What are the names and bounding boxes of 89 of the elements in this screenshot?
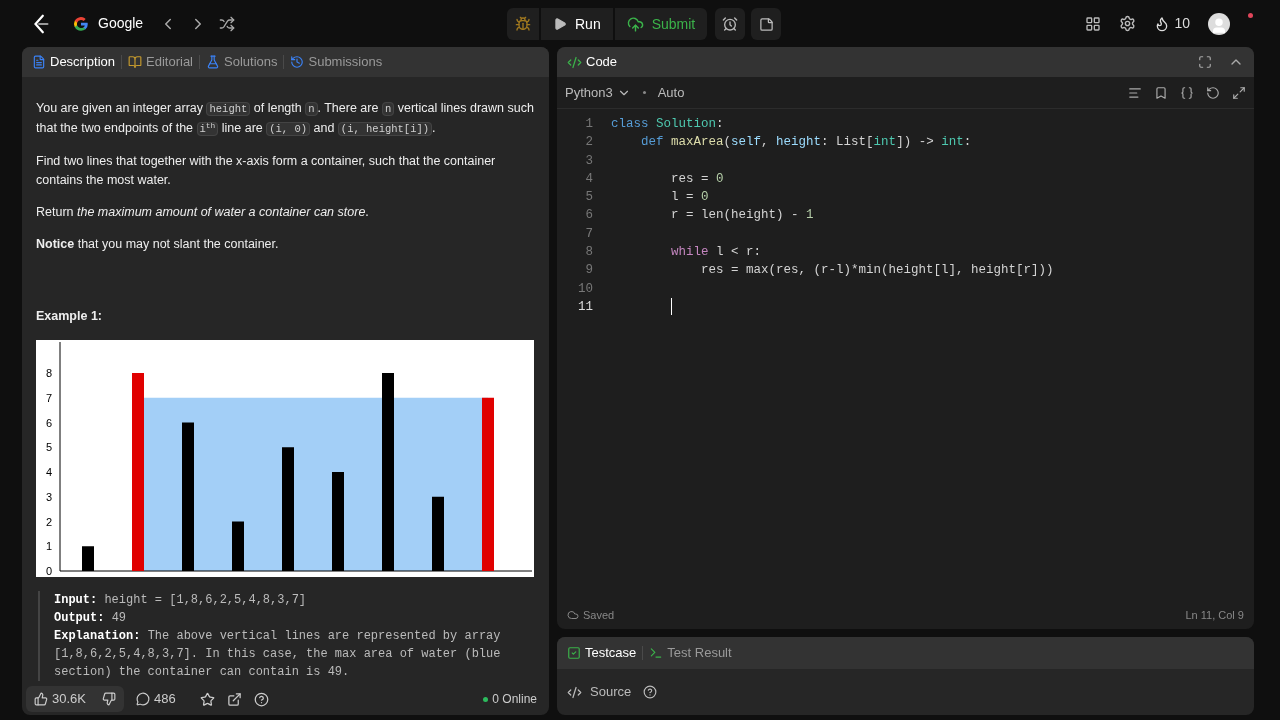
line-number: 9 [584, 262, 594, 280]
star-icon[interactable] [199, 691, 215, 707]
reset-icon[interactable] [1206, 85, 1220, 100]
notes-button[interactable] [751, 8, 782, 40]
y-tick-label: 8 [45, 367, 52, 379]
help-icon[interactable] [643, 685, 658, 699]
line-number: 7 [584, 225, 594, 243]
cursor-position: Ln 11, Col 9 [1185, 607, 1244, 623]
panel-tab[interactable]: Solutions [206, 52, 278, 72]
code-line: def maxArea(self, height: List[int]) -> int: [640, 134, 972, 152]
code-line: res = 0 [670, 170, 724, 188]
code-line: class Solution: [611, 116, 724, 133]
share-icon[interactable] [226, 691, 242, 707]
example-title: Example 1: [36, 308, 103, 325]
y-tick-label: 6 [45, 416, 52, 429]
description-paragraph: Return the maximum amount of water a container can store. [36, 204, 370, 221]
settings-icon[interactable] [1119, 15, 1137, 32]
tab-icon [32, 55, 46, 69]
source-label: Source [590, 683, 632, 702]
y-tick-label: 2 [45, 515, 52, 528]
description-paragraph: Notice that you may not slant the container. [36, 236, 280, 253]
y-tick-label: 7 [45, 391, 52, 404]
code-icon [567, 684, 582, 700]
line-number: 2 [584, 134, 594, 152]
tab-icon [290, 55, 305, 69]
cloud-upload-icon [626, 15, 644, 33]
testcase-tab[interactable]: Testcase [567, 643, 637, 663]
tab-icon [206, 55, 220, 69]
avatar[interactable] [1208, 12, 1230, 35]
y-tick-label: 3 [45, 490, 52, 503]
line-number: 11 [577, 298, 594, 316]
problem-list-title[interactable]: Google [98, 13, 144, 34]
bug-icon [515, 16, 531, 32]
panel-tab[interactable]: Submissions [290, 52, 383, 72]
code-line: while l < r: [670, 244, 762, 262]
y-tick-label: 4 [45, 466, 52, 478]
play-icon [553, 17, 567, 31]
testcase-tab[interactable]: Test Result [649, 643, 732, 663]
example-line: Output: 49 [54, 610, 128, 627]
text-cursor [671, 297, 672, 315]
example-line: Input: height = [1,8,6,2,5,4,8,3,7] [54, 592, 308, 609]
code-line: r = len(height) - 1 [670, 207, 814, 225]
debug-button[interactable] [507, 8, 539, 40]
comment-icon [136, 692, 150, 706]
description-paragraph: You are given an integer array height of length n . There are n vertical lines drawn such that the two endpoints of the i$^{th}$ line are (i, 0) and (i, height[i]) . [36, 100, 535, 138]
braces-icon[interactable] [1180, 85, 1194, 100]
line-number: 3 [584, 152, 594, 170]
line-number: 10 [577, 280, 594, 298]
cloud-icon [567, 609, 579, 621]
y-tick-label: 0 [45, 565, 52, 577]
code-line: res = max(res, (r-l)*min(height[l], height[r])) [700, 262, 1054, 280]
terminal-icon [649, 646, 664, 660]
save-status: Saved [583, 607, 615, 623]
tab-icon [128, 55, 143, 69]
code-icon [567, 54, 582, 70]
note-icon [758, 16, 774, 32]
mode-label: Auto [657, 83, 685, 102]
shuffle-icon[interactable] [219, 15, 236, 32]
description-paragraph: Find two lines that together with the x-axis form a container, such that the container contains the most water. [36, 153, 497, 189]
thumbs-up-icon [34, 692, 48, 706]
code-line: l = 0 [670, 189, 709, 207]
dislike-icon[interactable] [102, 692, 116, 706]
alarm-clock-icon [722, 16, 739, 32]
line-number: 4 [584, 170, 594, 188]
code-title: Code [586, 53, 618, 72]
streak-counter[interactable]: 10 [1154, 13, 1190, 34]
expand-icon[interactable] [1232, 85, 1246, 100]
layout-icon[interactable] [1085, 15, 1102, 32]
panel-tab[interactable]: Description [32, 52, 116, 72]
online-count: 0 Online [492, 691, 537, 708]
fullscreen-icon[interactable] [1198, 55, 1212, 69]
panel-tab[interactable]: Editorial [128, 52, 193, 72]
format-icon[interactable] [1128, 85, 1142, 100]
y-tick-label: 1 [45, 540, 52, 553]
comments-button[interactable]: 486 [136, 689, 176, 709]
line-number: 6 [584, 207, 594, 225]
y-tick-label: 5 [45, 441, 52, 454]
google-icon [72, 14, 90, 33]
submit-button[interactable]: Submit [614, 8, 708, 40]
checkbox-icon [567, 646, 581, 660]
line-number: 8 [584, 244, 594, 262]
bookmark-icon[interactable] [1154, 85, 1168, 100]
line-number: 1 [584, 116, 594, 133]
timer-button[interactable] [715, 8, 746, 40]
language-dropdown[interactable]: Python3 [565, 82, 631, 103]
run-button[interactable]: Run [541, 8, 613, 40]
line-number: 5 [584, 189, 594, 207]
example-line: Explanation: The above vertical lines are represented by array [1,8,6,2,5,4,8,3,7]. In this case, the max area of water (blue section) the container can contain is 49. [54, 628, 502, 681]
help-icon[interactable] [253, 691, 269, 707]
